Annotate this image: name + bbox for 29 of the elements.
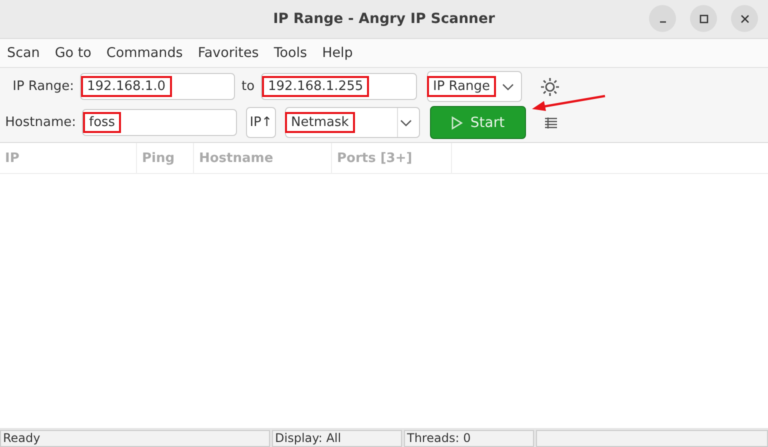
menu-item[interactable]: Tools [274,45,308,61]
status-text: Display: All [272,430,402,447]
settings-icon[interactable] [540,76,560,96]
window-title: IP Range - Angry IP Scanner [273,11,495,27]
maximize-icon [698,14,708,24]
menu-item[interactable]: Favorites [198,45,259,61]
close-button[interactable] [731,5,758,32]
chevron-down-icon [502,83,514,91]
chevron-down-icon [400,119,412,127]
hostname-label: Hostname: [4,115,76,130]
ip-end-field[interactable]: 192.168.1.255 [261,73,417,100]
to-label: to [240,79,256,94]
status-text: Ready [0,430,270,447]
minimize-icon [658,20,666,22]
ip-range-label: IP Range: [12,79,74,94]
menu-item[interactable]: Go to [54,45,92,61]
maximize-button[interactable] [690,5,717,32]
list-icon[interactable] [544,116,558,128]
menu-item[interactable]: Commands [106,45,183,61]
status-text: Threads: 0 [404,430,534,447]
ip-up-button[interactable]: IP↑ [246,107,276,138]
ip-start-field[interactable]: 192.168.1.0 [80,73,235,100]
feeder-dropdown[interactable]: IP Range [427,71,522,102]
menu-item[interactable]: Help [322,45,353,61]
menu-item[interactable]: Scan [7,45,40,61]
close-icon [740,14,750,24]
netmask-dropdown[interactable]: Netmask [285,107,420,138]
hostname-field[interactable]: foss [82,109,237,136]
play-icon [451,116,464,130]
